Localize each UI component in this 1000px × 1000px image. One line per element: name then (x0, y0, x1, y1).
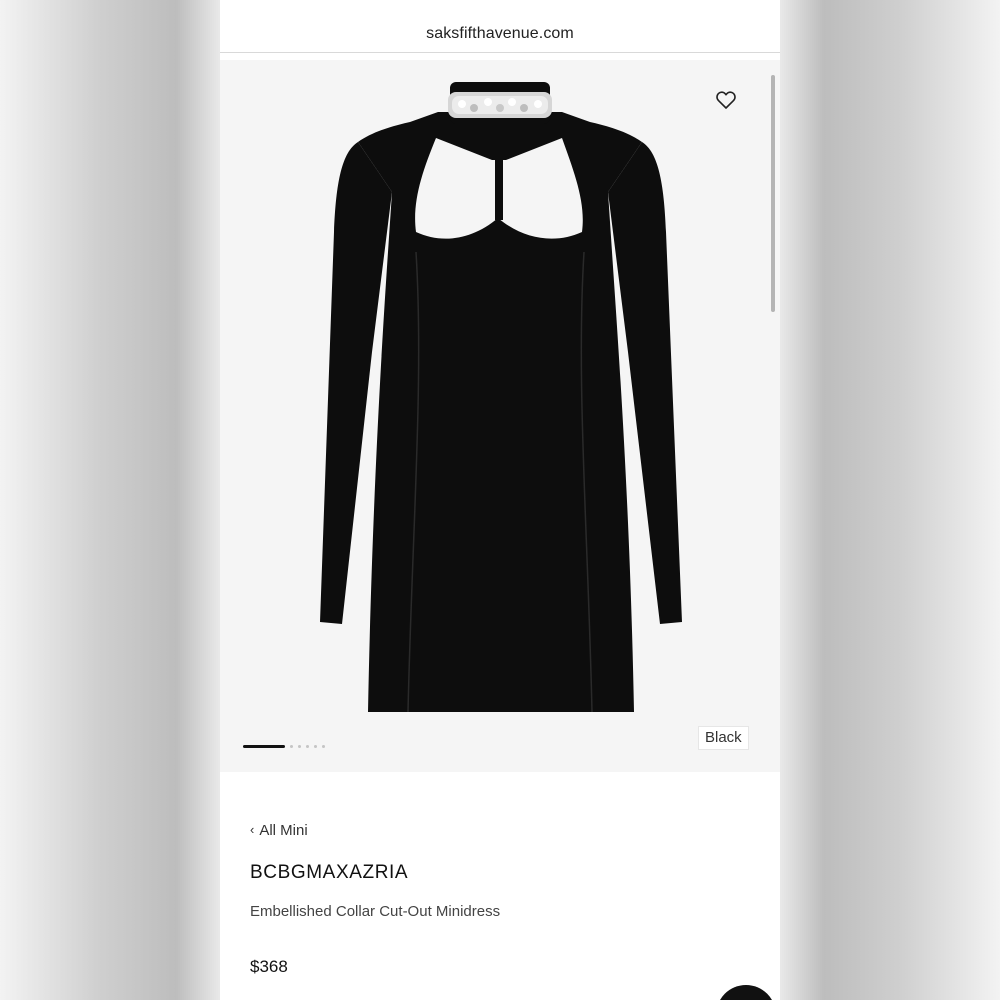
pagination-dot[interactable] (298, 745, 301, 748)
pagination-dot[interactable] (290, 745, 293, 748)
chevron-left-icon: ‹ (250, 822, 255, 837)
pagination-dot-active[interactable] (243, 745, 285, 748)
product-details: ‹ All Mini BCBGMAXAZRIA Embellished Colla… (220, 772, 780, 1000)
heart-outline-icon[interactable] (714, 88, 738, 112)
phone-screen: saksfifthavenue.com Black ‹ All Mini BCB… (220, 0, 780, 1000)
browser-address-bar[interactable]: saksfifthavenue.com (220, 0, 780, 53)
product-image-gallery[interactable]: Black (220, 60, 780, 772)
backdrop-left (0, 0, 220, 1000)
back-link-label[interactable]: All Mini (259, 822, 307, 839)
color-label: Black (698, 726, 749, 750)
back-link-all-mini[interactable]: ‹ All Mini (250, 822, 308, 839)
pagination-dot[interactable] (322, 745, 325, 748)
backdrop-right (780, 0, 1000, 1000)
pagination-dot[interactable] (306, 745, 309, 748)
pagination-dot[interactable] (314, 745, 317, 748)
page-scrollbar[interactable] (771, 75, 775, 312)
url-text[interactable]: saksfifthavenue.com (220, 25, 780, 43)
product-price: $368 (250, 957, 288, 976)
product-brand[interactable]: BCBGMAXAZRIA (250, 862, 408, 884)
floating-action-button[interactable] (716, 985, 776, 1000)
product-image (320, 82, 682, 713)
gallery-pagination[interactable] (243, 744, 363, 750)
product-name: Embellished Collar Cut-Out Minidress (250, 903, 501, 920)
